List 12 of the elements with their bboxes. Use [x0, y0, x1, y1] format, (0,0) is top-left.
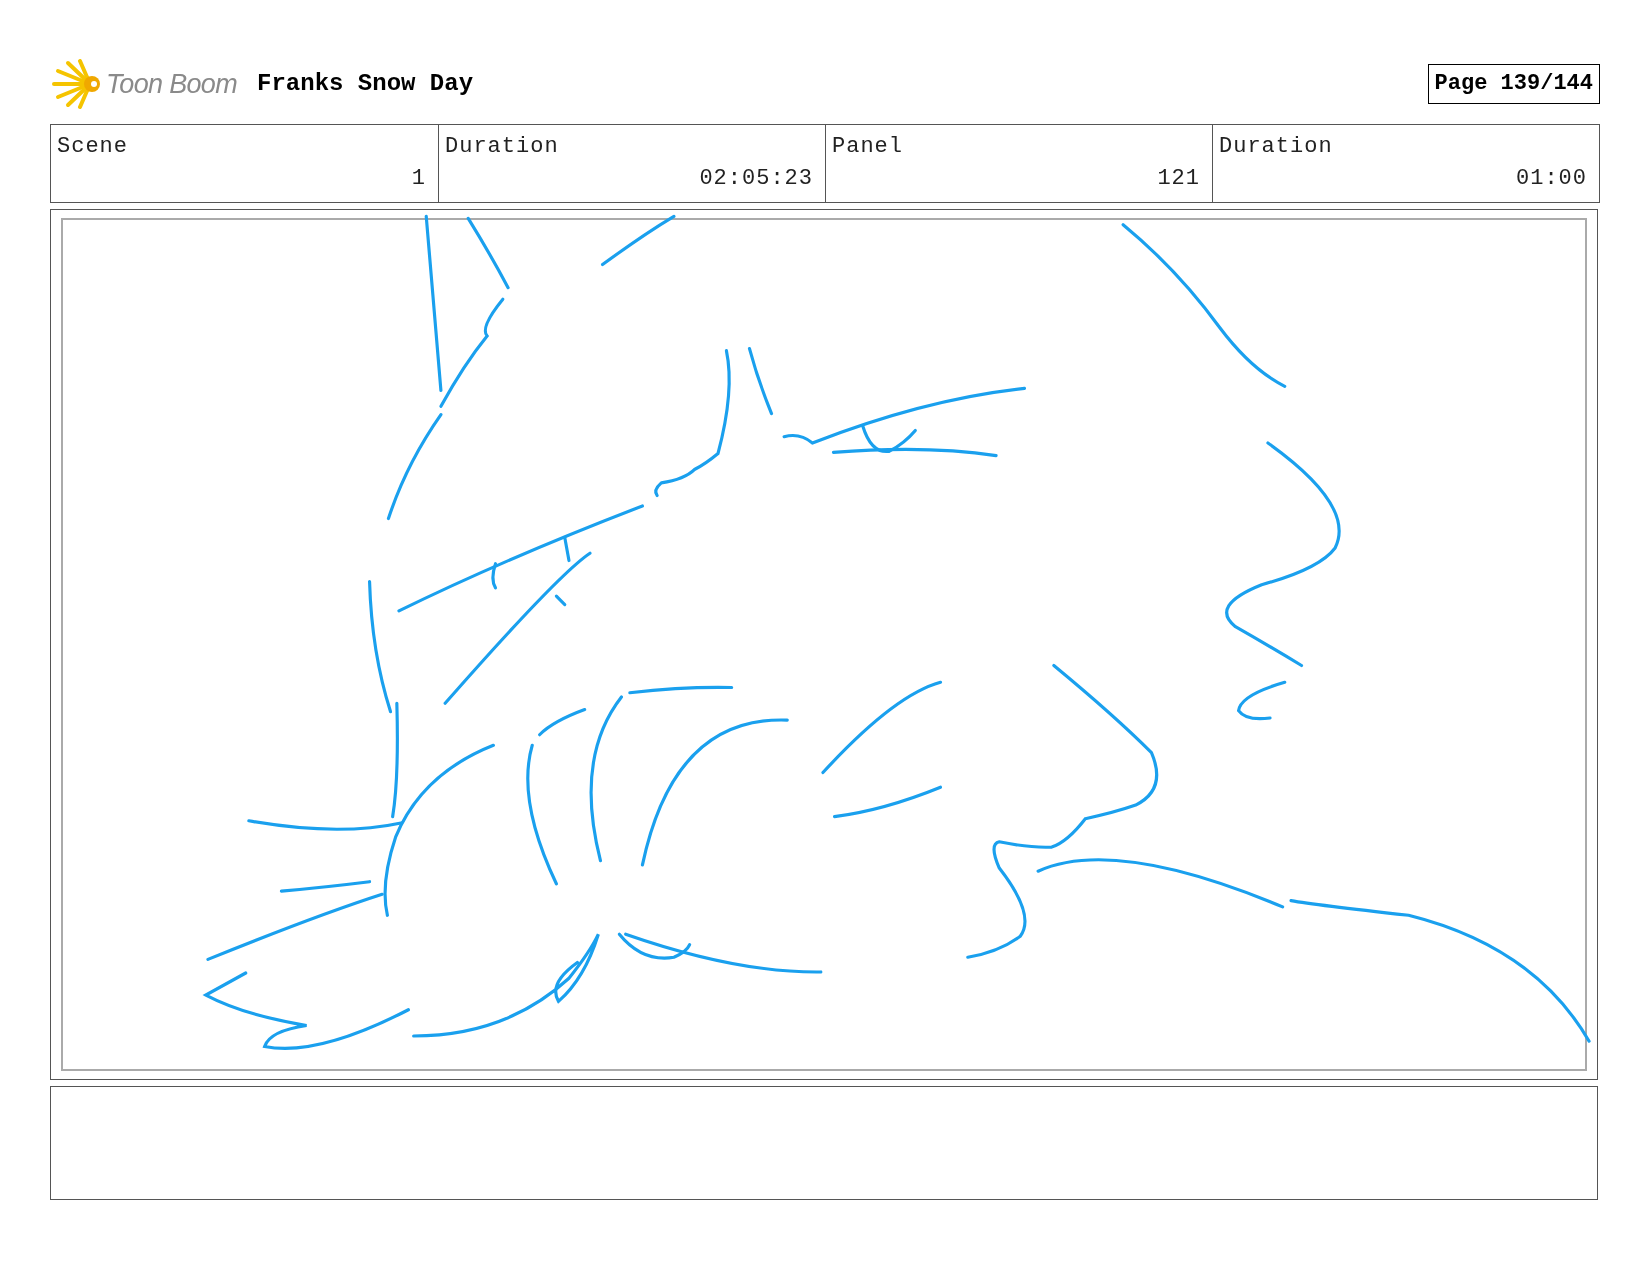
field-value: 01:00 [1516, 165, 1587, 193]
field-value: 02:05:23 [699, 165, 813, 193]
storyboard-title: Franks Snow Day [257, 69, 474, 99]
logo-burst-icon [50, 59, 102, 109]
logo-text: Toon Boom [106, 67, 238, 101]
field-label: Panel [832, 133, 903, 161]
field-value: 1 [411, 165, 426, 193]
page-number: Page 139/144 [1427, 64, 1600, 104]
field-label: Duration [445, 133, 559, 161]
field-value: 121 [1157, 165, 1200, 193]
field-label: Duration [1219, 133, 1333, 161]
field-label: Scene [57, 133, 128, 161]
